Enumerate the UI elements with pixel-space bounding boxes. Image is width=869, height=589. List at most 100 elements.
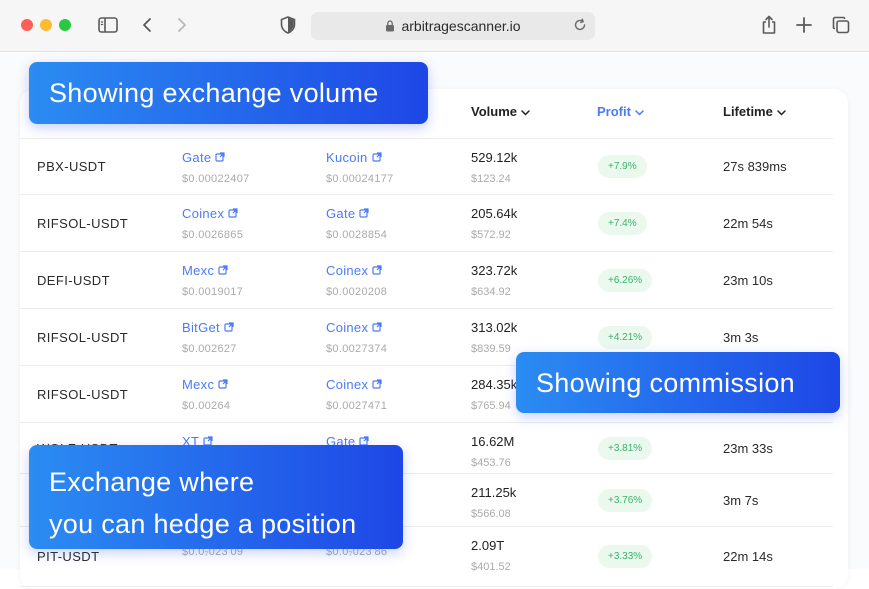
sell-exchange-link[interactable]: Coinex: [326, 377, 387, 392]
volume-usd: $765.94: [471, 400, 511, 412]
exchange-price: $0.0026865: [182, 229, 244, 241]
column-header-profit[interactable]: Profit: [597, 104, 644, 119]
volume-cell: 2.09T $401.52: [471, 538, 511, 573]
volume-usd: $401.52: [471, 561, 511, 573]
external-link-icon: [218, 377, 228, 392]
buy-exchange-cell: BitGet $0.002627: [182, 320, 237, 355]
external-link-icon: [372, 320, 382, 335]
lifetime-value: 22m 14s: [723, 549, 773, 564]
volume-amount: 2.09T: [471, 538, 505, 553]
volume-cell: 205.64k $572.92: [471, 206, 517, 241]
sell-exchange-link[interactable]: Coinex: [326, 263, 387, 278]
sell-exchange-link[interactable]: Kucoin: [326, 150, 394, 165]
volume-cell: 323.72k $634.92: [471, 263, 517, 298]
pair-name: DEFI-USDT: [37, 273, 110, 288]
external-link-icon: [359, 206, 369, 221]
sidebar-icon[interactable]: [97, 14, 119, 36]
sell-exchange-link[interactable]: Gate: [326, 206, 387, 221]
volume-amount: 313.02k: [471, 320, 518, 335]
volume-usd: $123.24: [471, 173, 511, 185]
exchange-label: Gate: [182, 150, 212, 165]
pair-name: PIT-USDT: [37, 549, 100, 564]
volume-cell: 16.62M $453.76: [471, 434, 514, 469]
volume-usd: $572.92: [471, 229, 511, 241]
plus-icon[interactable]: [793, 14, 815, 36]
table-row[interactable]: DEFI-USDT Mexc $0.0019017 Coinex $0.0020208 3…: [20, 252, 833, 309]
header-label: Lifetime: [723, 104, 773, 119]
profit-badge: +3.81%: [598, 437, 653, 460]
volume-cell: 211.25k $566.08: [471, 485, 516, 520]
chevron-right-icon[interactable]: [171, 14, 193, 36]
volume-usd: $566.08: [471, 508, 511, 520]
lock-icon: [385, 20, 395, 32]
buy-exchange-link[interactable]: Coinex: [182, 206, 243, 221]
volume-amount: 211.25k: [471, 485, 517, 500]
buy-exchange-link[interactable]: Mexc: [182, 263, 243, 278]
buy-exchange-link[interactable]: Mexc: [182, 377, 230, 392]
volume-usd: $453.76: [471, 457, 511, 469]
pair-name: PBX-USDT: [37, 159, 106, 174]
volume-amount: 16.62M: [471, 434, 515, 449]
callout-text: Showing exchange volume: [49, 78, 379, 108]
lifetime-value: 27s 839ms: [723, 159, 787, 174]
buy-exchange-link[interactable]: BitGet: [182, 320, 237, 335]
browser-toolbar: arbitragescanner.io: [0, 0, 869, 52]
buy-exchange-cell: Gate $0.00022407: [182, 150, 250, 185]
volume-amount: 529.12k: [471, 150, 518, 165]
volume-amount: 323.72k: [471, 263, 518, 278]
external-link-icon: [228, 206, 238, 221]
reload-icon[interactable]: [573, 18, 587, 32]
shield-icon[interactable]: [277, 14, 299, 36]
close-window-button[interactable]: [21, 19, 33, 31]
profit-badge: +4.21%: [598, 326, 653, 349]
sell-exchange-cell: Coinex $0.0020208: [326, 263, 387, 298]
header-label: Volume: [471, 104, 517, 119]
profit-badge: +7.9%: [598, 155, 647, 178]
pair-name: RIFSOL-USDT: [37, 330, 129, 345]
header-label: Profit: [597, 104, 631, 119]
profit-badge: +7.4%: [598, 212, 647, 235]
callout-text-line-2: you can hedge a position: [49, 509, 357, 539]
lifetime-value: 22m 54s: [723, 216, 773, 231]
exchange-label: Mexc: [182, 263, 215, 278]
chevron-down-icon: [635, 104, 644, 119]
column-header-lifetime[interactable]: Lifetime: [723, 104, 786, 119]
share-icon[interactable]: [758, 14, 780, 36]
profit-badge: +3.76%: [598, 489, 653, 512]
pair-name: RIFSOL-USDT: [37, 216, 129, 231]
external-link-icon: [372, 377, 382, 392]
sell-exchange-link[interactable]: Coinex: [326, 320, 387, 335]
exchange-price: $0.0027471: [326, 400, 388, 412]
sell-exchange-cell: Coinex $0.0027471: [326, 377, 387, 412]
exchange-label: Mexc: [182, 377, 215, 392]
tabs-icon[interactable]: [830, 14, 852, 36]
buy-exchange-link[interactable]: Gate: [182, 150, 250, 165]
volume-cell: 529.12k $123.24: [471, 150, 517, 185]
exchange-price: $0.0020208: [326, 286, 388, 298]
column-header-volume[interactable]: Volume: [471, 104, 530, 119]
external-link-icon: [218, 263, 228, 278]
chevron-left-icon[interactable]: [136, 14, 158, 36]
minimize-window-button[interactable]: [40, 19, 52, 31]
exchange-price: $0.00022407: [182, 173, 250, 185]
table-row[interactable]: PBX-USDT Gate $0.00022407 Kucoin $0.00024177…: [20, 139, 833, 195]
buy-exchange-cell: Coinex $0.0026865: [182, 206, 243, 241]
volume-amount: 284.35k: [471, 377, 518, 392]
external-link-icon: [215, 150, 225, 165]
maximize-window-button[interactable]: [59, 19, 71, 31]
sell-exchange-cell: Kucoin $0.00024177: [326, 150, 394, 185]
chevron-down-icon: [521, 104, 530, 119]
lifetime-value: 3m 3s: [723, 330, 759, 345]
volume-cell: 284.35k $765.94: [471, 377, 517, 412]
exchange-price: $0.00264: [182, 400, 231, 412]
profit-badge: +3.33%: [598, 545, 653, 568]
address-bar[interactable]: arbitragescanner.io: [311, 12, 595, 40]
table-row[interactable]: RIFSOL-USDT Coinex $0.0026865 Gate $0.002885…: [20, 195, 833, 252]
external-link-icon: [372, 263, 382, 278]
exchange-price: $0.0027374: [326, 343, 388, 355]
volume-cell: 313.02k $839.59: [471, 320, 517, 355]
buy-exchange-cell: Mexc $0.0019017: [182, 263, 243, 298]
lifetime-value: 23m 10s: [723, 273, 773, 288]
sell-exchange-cell: Coinex $0.0027374: [326, 320, 387, 355]
exchange-label: Gate: [326, 206, 356, 221]
